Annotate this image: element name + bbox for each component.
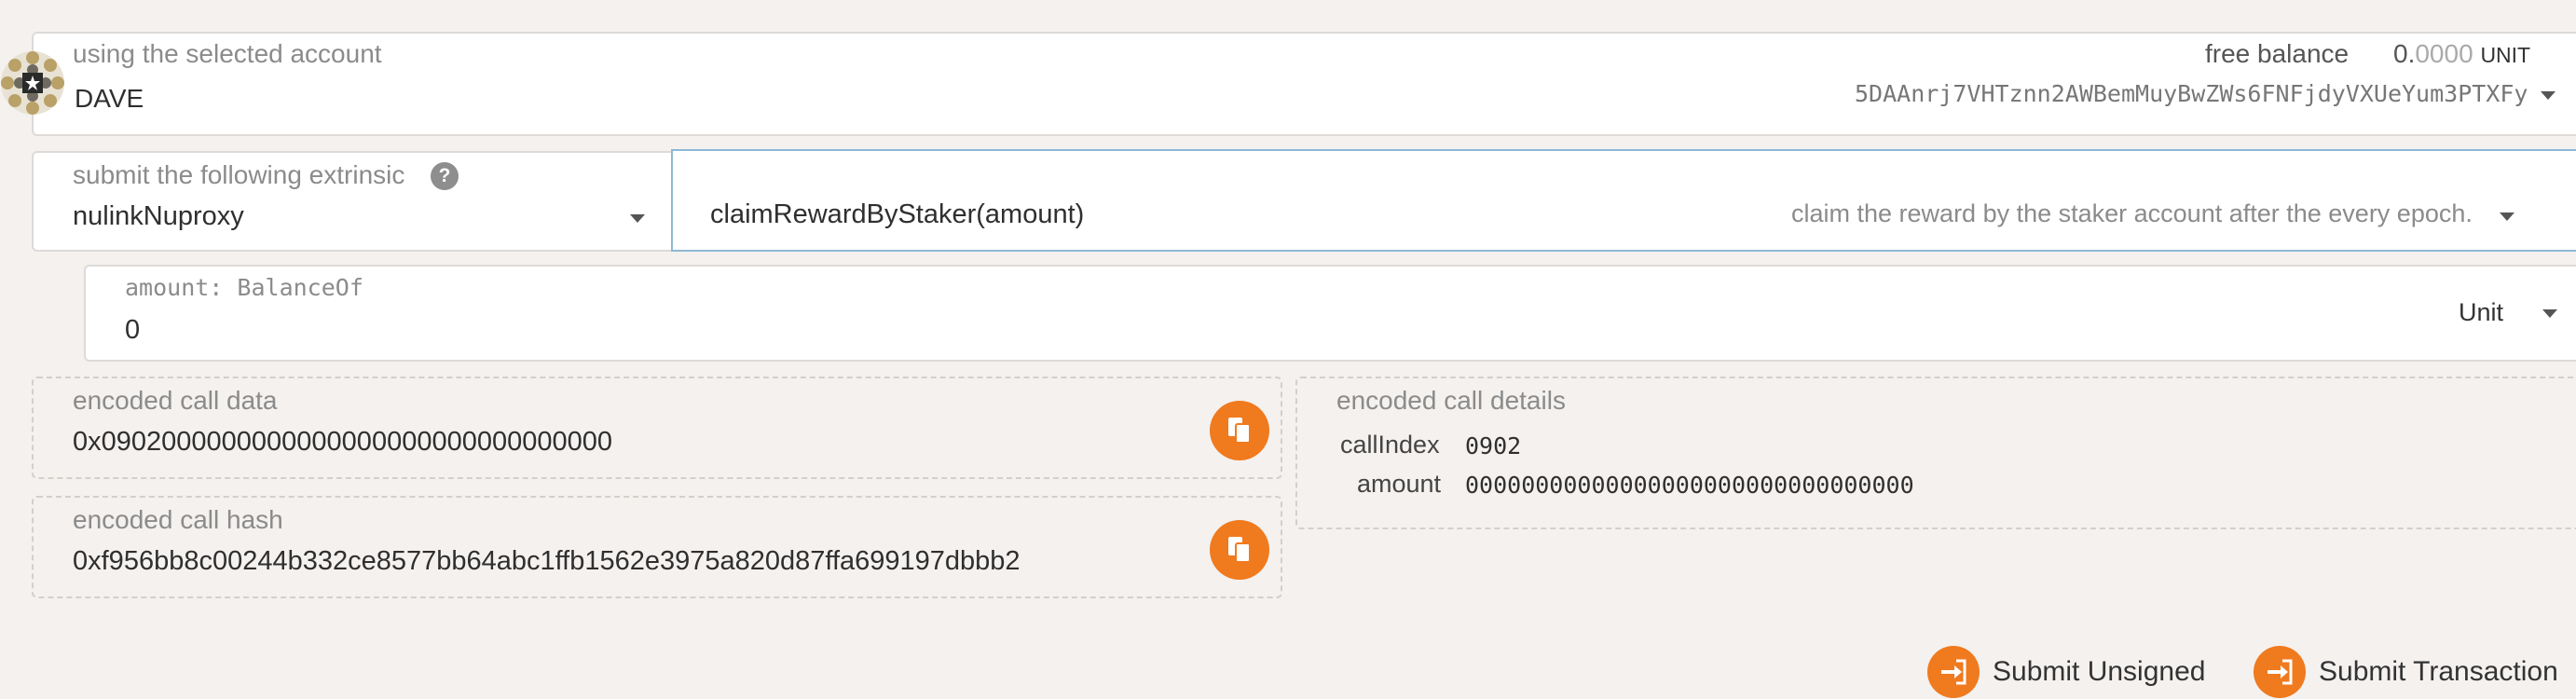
free-balance-label: free balance [2205, 39, 2350, 68]
copy-icon [1228, 537, 1251, 563]
call-details-label: encoded call details [1336, 386, 1566, 415]
balance-integer: 0. [2393, 39, 2416, 68]
amount-param-label: amount: BalanceOf [125, 274, 363, 301]
amount-key: amount [1357, 470, 1442, 498]
account-name: DAVE [75, 84, 144, 113]
call-hash-label: encoded call hash [73, 505, 283, 534]
free-balance-value: 0.0000 UNIT [2393, 39, 2530, 69]
method-selector[interactable]: claimRewardByStaker(amount) claim the re… [671, 149, 2576, 252]
call-index-key: callIndex [1340, 431, 1440, 459]
help-icon[interactable]: ? [431, 162, 459, 190]
chevron-down-icon[interactable] [2542, 309, 2557, 318]
chevron-down-icon[interactable] [630, 214, 645, 223]
submit-unsigned-label: Submit Unsigned [1993, 656, 2206, 687]
submit-unsigned-button[interactable]: Submit Unsigned [1927, 645, 2205, 699]
balance-fraction: 0000 [2415, 39, 2473, 68]
encoded-call-hash: encoded call hash 0xf956bb8c00244b332ce8… [32, 496, 1282, 598]
amount-encoded-value: 00000000000000000000000000000000 [1465, 472, 1914, 499]
call-hash-value: 0xf956bb8c00244b332ce8577bb64abc1ffb1562… [73, 546, 1021, 576]
chevron-down-icon[interactable] [2500, 212, 2514, 221]
submit-transaction-label: Submit Transaction [2319, 656, 2558, 687]
submit-transaction-button[interactable]: Submit Transaction [2254, 645, 2558, 699]
sign-in-icon [2254, 646, 2306, 698]
call-index-value: 0902 [1465, 432, 1522, 459]
extrinsic-label: submit the following extrinsic [73, 160, 405, 189]
amount-input[interactable]: amount: BalanceOf 0 Unit [84, 265, 2576, 362]
balance-unit: UNIT [2480, 43, 2531, 67]
encoded-call-data: encoded call data 0x09020000000000000000… [32, 377, 1282, 479]
copy-icon [1228, 418, 1251, 444]
sign-in-icon [1927, 646, 1980, 698]
account-address: 5DAAnrj7VHTznn2AWBemMuyBwZWs6FNFjdyVXUeY… [1855, 80, 2528, 107]
module-selector[interactable]: submit the following extrinsic ? nulinkN… [32, 151, 675, 252]
method-value: claimRewardByStaker(amount) [710, 199, 1085, 229]
unit-selector-value[interactable]: Unit [2459, 298, 2503, 327]
module-value: nulinkNuproxy [73, 201, 244, 231]
encoded-call-details: encoded call details callIndex 0902 amou… [1295, 377, 2576, 529]
call-data-label: encoded call data [73, 386, 278, 415]
call-data-value: 0x0902000000000000000000000000000000 [73, 427, 612, 457]
method-description: claim the reward by the staker account a… [1791, 199, 2473, 227]
account-selector[interactable]: using the selected account DAVE free bal… [32, 32, 2576, 136]
chevron-down-icon[interactable] [2541, 91, 2555, 100]
amount-value: 0 [125, 315, 141, 345]
copy-call-data-button[interactable] [1210, 401, 1269, 460]
account-identicon [0, 50, 65, 116]
copy-call-hash-button[interactable] [1210, 520, 1269, 580]
account-label: using the selected account [73, 39, 382, 68]
